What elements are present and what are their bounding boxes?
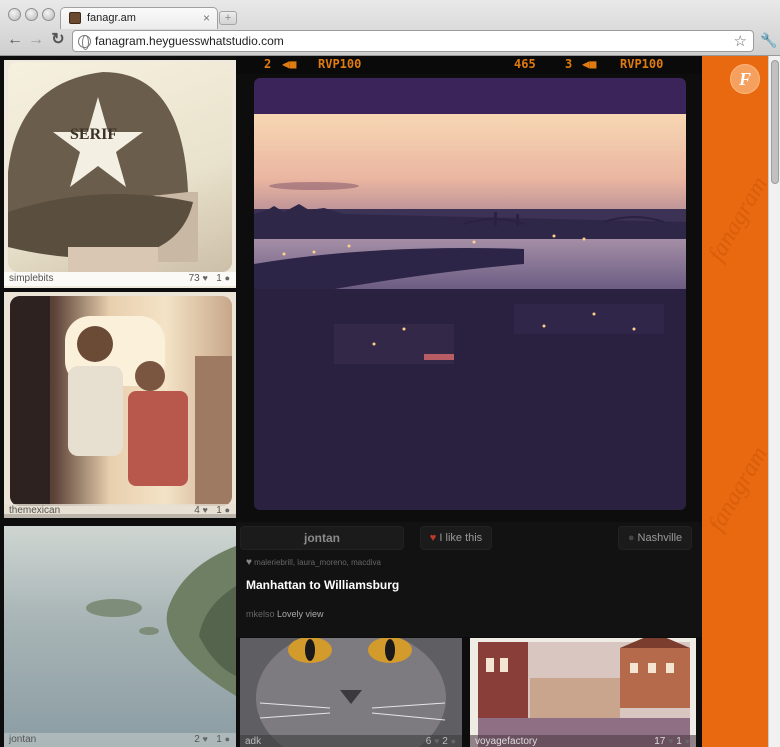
photo-tile[interactable]: voyagefactory 17 ♥ 1 ● — [470, 638, 696, 747]
post-info-bar: jontan ♥ I like this ● Nashville ♥ maler… — [236, 522, 702, 637]
forward-arrow-icon[interactable]: → — [27, 31, 45, 49]
comment-user[interactable]: mkelso — [246, 609, 275, 619]
comment-bubble-icon: ● — [684, 736, 690, 746]
username[interactable]: voyagefactory — [475, 736, 537, 747]
like-button[interactable]: ♥ I like this — [420, 526, 492, 550]
heart-icon: ♥ — [429, 532, 437, 544]
featured-photo-card[interactable] — [254, 78, 686, 510]
frame-number-left: 2 — [264, 57, 272, 71]
comment-bubble-icon: ● — [224, 734, 230, 744]
comment-bubble-icon: ● — [450, 736, 456, 746]
heart-icon: ♥ — [668, 736, 674, 746]
film-number: 465 — [514, 57, 536, 71]
svg-text:SERIF: SERIF — [70, 126, 117, 143]
like-button-label: I like this — [439, 532, 483, 544]
instagram-favicon-icon — [69, 12, 81, 24]
new-tab-button[interactable]: + — [219, 11, 237, 25]
back-arrow-icon[interactable]: ← — [6, 31, 24, 49]
post-caption: Manhattan to Williamsburg — [246, 578, 400, 592]
baseball-cap-image: SERIF — [8, 72, 198, 272]
likers-list: ♥ malerieb­rill, laura_moreno, macdiva — [246, 557, 381, 568]
page-scrollbar[interactable] — [768, 56, 780, 747]
photo-tile[interactable]: themexican 4 ♥ 1 ● — [4, 292, 236, 518]
likers-names[interactable]: malerieb­rill, laura_moreno, macdiva — [254, 558, 381, 567]
photo-thumbnail[interactable]: SERIF — [8, 62, 232, 272]
like-count: 73 — [188, 273, 200, 284]
address-bar[interactable]: fanagram.heyguesswhatstudio.com ☆ — [72, 30, 754, 52]
tab-close-icon[interactable]: × — [203, 11, 210, 25]
aerial-coast-image — [86, 546, 236, 696]
like-count: 17 — [654, 736, 666, 747]
airplane-kids-image — [10, 296, 232, 506]
username[interactable]: simplebits — [9, 273, 53, 284]
skyline-photo-image — [254, 114, 686, 510]
heart-icon: ♥ — [202, 273, 208, 283]
page-content: SERIF simplebits 73 ♥ 1 ● themexican 4 ♥… — [0, 56, 780, 747]
like-count: 4 — [194, 505, 200, 516]
browser-chrome: fanagr.am × + ← → ↻ fanagram.heyguesswha… — [0, 0, 780, 56]
tile-meta: themexican 4 ♥ 1 ● — [4, 504, 236, 518]
heart-icon: ♥ — [434, 736, 440, 746]
username[interactable]: themexican — [9, 505, 60, 516]
close-window-button[interactable] — [8, 8, 21, 21]
tile-stats: 17 ♥ 1 ● — [654, 736, 690, 747]
bookmark-star-icon[interactable]: ☆ — [734, 32, 747, 50]
photo-tile[interactable]: SERIF simplebits 73 ♥ 1 ● — [4, 60, 236, 288]
film-arrow-icon: ◀■ — [282, 57, 297, 71]
username[interactable]: jontan — [9, 734, 36, 745]
location-button[interactable]: ● Nashville — [618, 526, 692, 550]
scrollbar-thumb[interactable] — [771, 60, 779, 184]
tile-meta: simplebits 73 ♥ 1 ● — [4, 272, 236, 286]
frame-number-right: 3 — [565, 57, 573, 71]
browser-tab[interactable]: fanagr.am × — [60, 7, 218, 29]
like-count: 2 — [194, 734, 200, 745]
heart-icon: ♥ — [246, 557, 252, 568]
brand-sidebar: F fanagram fanagram — [702, 56, 768, 747]
film-arrow-icon: ◀■ — [582, 57, 597, 71]
comment-count: 1 — [676, 736, 682, 747]
comment-count: 1 — [216, 734, 222, 745]
tile-stats: 73 ♥ 1 ● — [189, 273, 230, 284]
post-username[interactable]: jontan — [240, 526, 404, 550]
heart-icon: ♥ — [202, 734, 208, 744]
comment-count: 2 — [442, 736, 448, 747]
tile-stats: 4 ♥ 1 ● — [194, 505, 230, 516]
watermark-text: fanagram — [703, 442, 768, 537]
url-text[interactable]: fanagram.heyguesswhatstudio.com — [95, 34, 284, 48]
tile-meta: voyagefactory 17 ♥ 1 ● — [470, 735, 696, 747]
fanagram-logo[interactable]: F — [730, 64, 760, 94]
wrench-menu-icon[interactable]: 🔧 — [760, 32, 777, 49]
tile-stats: 2 ♥ 1 ● — [194, 734, 230, 745]
location-dot-icon: ● — [627, 532, 635, 544]
film-strip-header: 2 ◀■ RVP100 465 3 ◀■ RVP100 — [236, 56, 702, 74]
username[interactable]: adk — [245, 736, 261, 747]
zoom-window-button[interactable] — [42, 8, 55, 21]
tile-stats: 6 ♥ 2 ● — [426, 736, 456, 747]
globe-icon — [78, 35, 91, 50]
like-count: 6 — [425, 736, 432, 747]
heart-icon: ♥ — [202, 505, 208, 515]
comment-count: 1 — [216, 505, 222, 516]
tab-title: fanagr.am — [87, 12, 136, 24]
canal-town-image — [470, 638, 696, 747]
comment-bubble-icon: ● — [224, 505, 230, 515]
comment-bubble-icon: ● — [224, 273, 230, 283]
tile-meta: jontan 2 ♥ 1 ● — [4, 733, 236, 747]
comment: mkelso Lovely view — [246, 609, 324, 619]
photo-thumbnail[interactable] — [10, 296, 232, 506]
photo-tile[interactable]: adk 6 ♥ 2 ● — [240, 638, 462, 747]
featured-photo[interactable] — [254, 114, 686, 510]
minimize-window-button[interactable] — [25, 8, 38, 21]
photo-thumbnail[interactable] — [4, 526, 236, 747]
comment-text: Lovely view — [277, 609, 324, 619]
location-label: Nashville — [637, 532, 683, 544]
film-code-right: RVP100 — [620, 57, 664, 71]
comment-count: 1 — [216, 273, 222, 284]
photo-tile[interactable]: jontan 2 ♥ 1 ● — [4, 526, 236, 747]
watermark-text: fanagram — [703, 172, 768, 267]
film-code-left: RVP100 — [318, 57, 362, 71]
reload-icon[interactable]: ↻ — [49, 31, 67, 49]
cat-image — [240, 638, 462, 747]
tile-meta: adk 6 ♥ 2 ● — [240, 735, 462, 747]
